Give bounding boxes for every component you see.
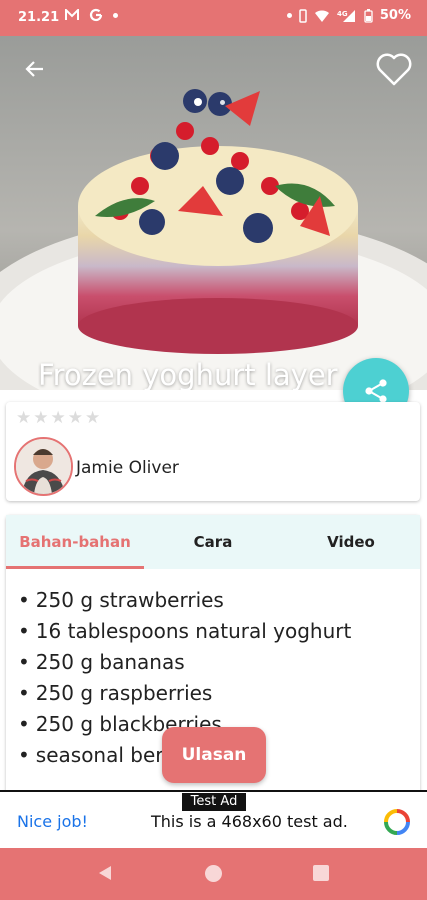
rating-stars[interactable]: ★★★★★: [16, 408, 102, 428]
active-tab-indicator: [6, 566, 144, 569]
list-item: 250 g raspberries: [18, 678, 351, 709]
heart-outline-icon[interactable]: [374, 50, 414, 88]
nav-recents-icon[interactable]: [313, 865, 329, 881]
carousel-dot-active: [194, 98, 202, 106]
list-item: 250 g strawberries: [18, 585, 351, 616]
arrow-left-icon[interactable]: [23, 57, 47, 81]
signal-icon: 4G: [337, 9, 355, 22]
wifi-icon: [314, 9, 329, 22]
tab-ingredients[interactable]: Bahan-bahan: [6, 515, 144, 569]
status-time: 21.21: [18, 10, 60, 25]
notification-dot-icon: [286, 13, 292, 18]
battery-icon: [364, 8, 373, 23]
battery-percent: 50%: [379, 8, 411, 23]
test-ad-label: Test Ad: [182, 793, 246, 811]
ad-left-text[interactable]: Nice job!: [17, 812, 88, 831]
star-icon[interactable]: ★: [51, 408, 68, 428]
author-avatar-image: [16, 439, 71, 494]
svg-text:4G: 4G: [337, 10, 348, 18]
carousel-indicator: [194, 98, 225, 106]
system-nav-bar: [0, 848, 427, 900]
nav-home-icon[interactable]: [205, 865, 222, 882]
status-bar: 21.21 4G 50%: [0, 0, 427, 36]
list-item: 250 g bananas: [18, 647, 351, 678]
vibrate-icon: [299, 8, 307, 23]
star-icon[interactable]: ★: [68, 408, 85, 428]
recipe-photo: [0, 36, 427, 390]
star-icon[interactable]: ★: [16, 408, 33, 428]
tab-bar: Bahan-bahan Cara Video: [6, 515, 420, 569]
author-card: ★★★★★ Jamie Oliver: [6, 402, 420, 501]
nav-back-icon[interactable]: [96, 864, 114, 882]
list-item: 16 tablespoons natural yoghurt: [18, 616, 352, 647]
author-name[interactable]: Jamie Oliver: [76, 458, 179, 478]
star-icon[interactable]: ★: [85, 408, 102, 428]
review-button[interactable]: Ulasan: [162, 727, 266, 783]
ad-logo-icon[interactable]: [383, 808, 411, 836]
tab-steps[interactable]: Cara: [144, 515, 282, 569]
carousel-dot: [220, 99, 225, 105]
notification-dot-icon: [113, 12, 118, 18]
google-icon: [89, 8, 103, 22]
recipe-hero-image: Frozen yoghurt layer c...: [0, 36, 427, 390]
m-icon: [65, 9, 79, 20]
share-icon: [365, 379, 387, 403]
ad-main-text[interactable]: This is a 468x60 test ad.: [151, 812, 348, 831]
star-icon[interactable]: ★: [33, 408, 50, 428]
avatar[interactable]: [14, 437, 73, 496]
tab-video[interactable]: Video: [282, 515, 420, 569]
